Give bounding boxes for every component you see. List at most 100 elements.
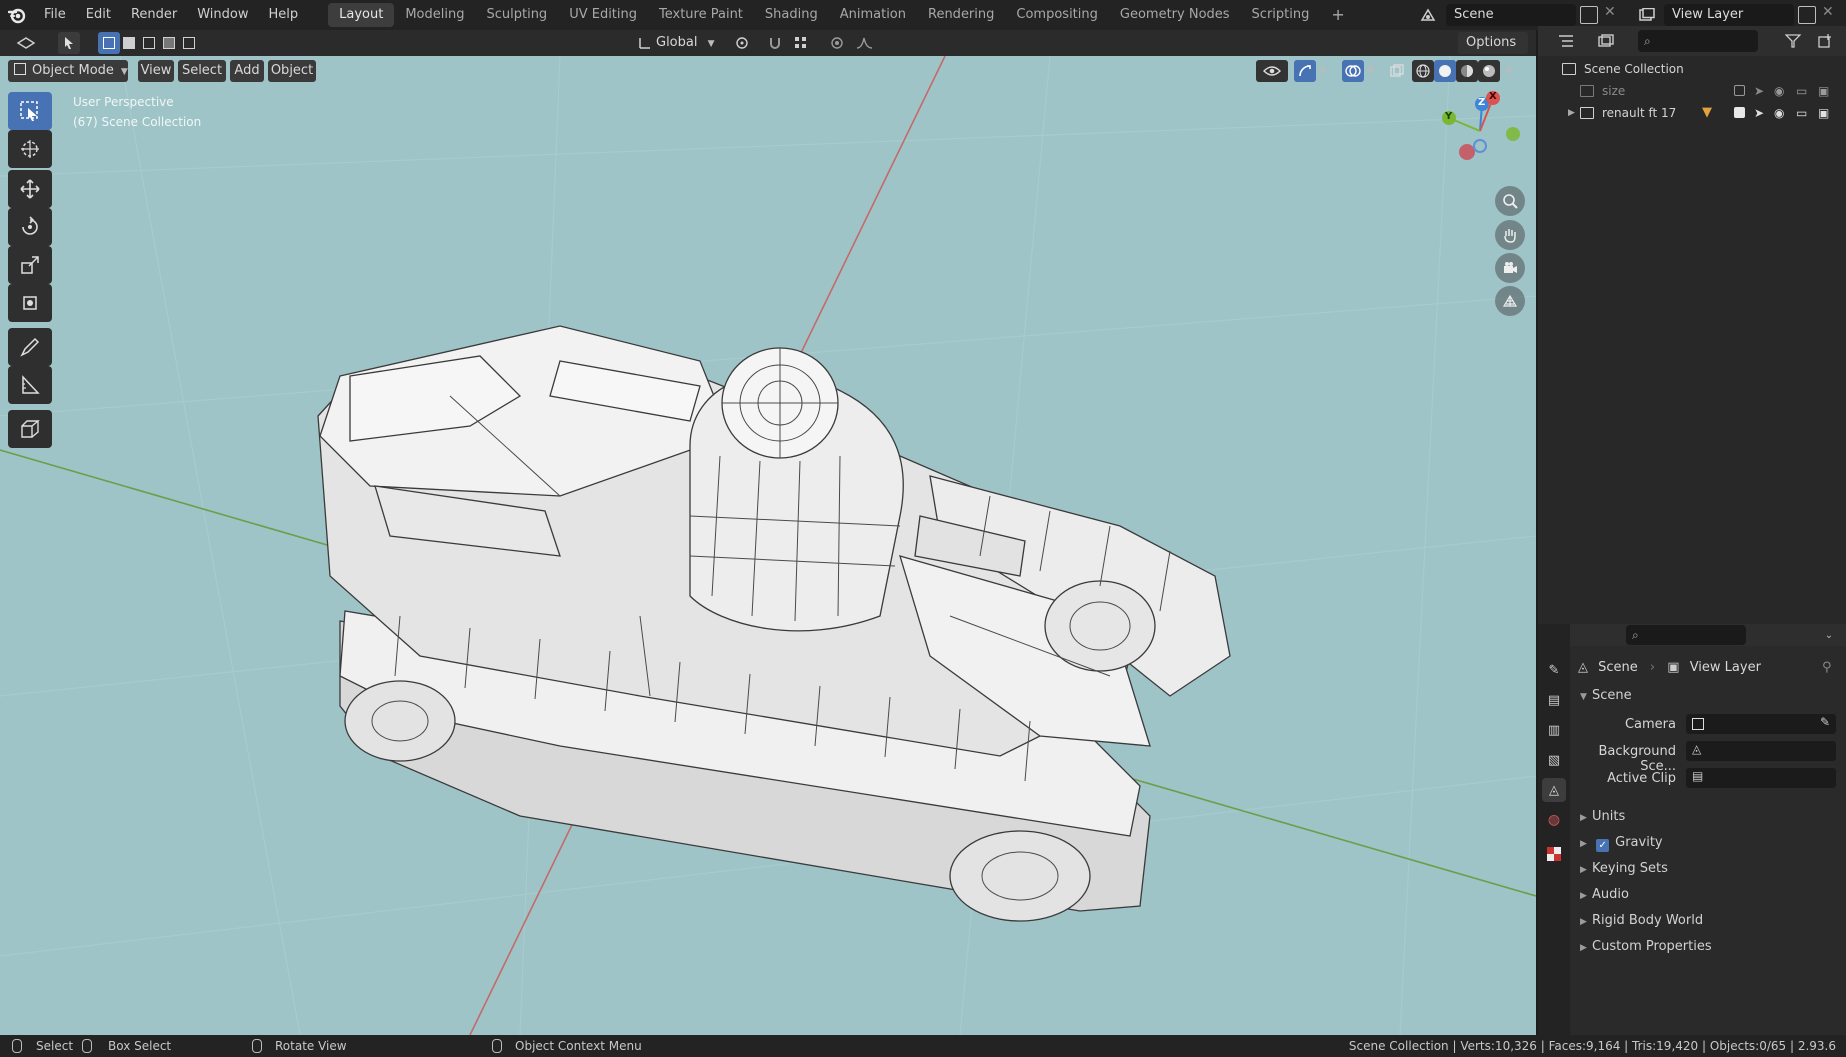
menu-edit[interactable]: Edit (76, 0, 121, 30)
solid-shading-icon[interactable] (1434, 60, 1456, 82)
zoom-view-button[interactable] (1495, 186, 1525, 216)
tab-scene-icon[interactable]: ◬ (1542, 778, 1566, 802)
eyedropper-icon[interactable]: ✎ (1820, 715, 1830, 729)
select-tool-icon[interactable] (58, 32, 80, 54)
tool-add-cube[interactable] (8, 410, 52, 448)
proportional-falloff-icon[interactable] (850, 32, 880, 54)
monitor-icon[interactable]: ▭ (1796, 80, 1807, 102)
menu-help[interactable]: Help (259, 0, 309, 30)
tab-uv-editing[interactable]: UV Editing (558, 3, 648, 27)
gizmo-dropdown-icon[interactable]: ▼ (1316, 60, 1330, 82)
xray-toggle-icon[interactable] (1386, 60, 1408, 82)
ortho-toggle-button[interactable] (1495, 286, 1525, 316)
new-scene-icon[interactable] (1580, 6, 1598, 24)
tool-annotate[interactable] (8, 328, 52, 366)
tab-animation[interactable]: Animation (829, 3, 917, 27)
menu-render[interactable]: Render (121, 0, 187, 30)
shading-dropdown-icon[interactable]: ▼ (1502, 60, 1516, 82)
tool-rotate[interactable] (8, 208, 52, 246)
rendered-shading-icon[interactable] (1478, 60, 1500, 82)
delete-view-layer-icon[interactable]: ✕ (1822, 4, 1834, 20)
select-mode-difference-icon[interactable] (158, 32, 180, 54)
tab-layout[interactable]: Layout (328, 3, 395, 27)
visibility-dropdown-icon[interactable] (1256, 60, 1288, 82)
render-camera-icon[interactable]: ▣ (1818, 102, 1829, 124)
transform-orientation-dropdown[interactable]: Global ▼ (656, 32, 716, 54)
tab-render-icon[interactable]: ▤ (1542, 688, 1566, 712)
display-mode-icon[interactable] (1590, 30, 1622, 52)
select-mode-extend-icon[interactable] (118, 32, 140, 54)
chevron-down-icon[interactable]: ⌄ (1818, 624, 1840, 646)
custom-properties-panel-header[interactable]: ▶ Custom Properties (1580, 939, 1712, 954)
tool-transform[interactable] (8, 284, 52, 322)
menu-window[interactable]: Window (187, 0, 258, 30)
camera-field[interactable]: ✎ (1686, 714, 1836, 734)
material-shading-icon[interactable] (1456, 60, 1478, 82)
exclude-checkbox-icon[interactable] (1734, 107, 1745, 118)
blender-logo-icon[interactable] (0, 0, 34, 30)
object-mode-dropdown[interactable]: Object Mode ▼ (8, 60, 128, 82)
tab-compositing[interactable]: Compositing (1005, 3, 1109, 27)
tab-geometry-nodes[interactable]: Geometry Nodes (1109, 3, 1241, 27)
active-clip-field[interactable]: ▤ (1686, 768, 1836, 788)
overlay-dropdown-icon[interactable]: ▼ (1364, 60, 1378, 82)
view-menu[interactable]: View (138, 60, 174, 82)
gravity-checkbox[interactable]: ✓ (1596, 839, 1610, 852)
snap-target-icon[interactable] (786, 32, 816, 54)
add-menu[interactable]: Add (230, 60, 264, 82)
outliner-row-renault[interactable]: ▶ renault ft 17 ▼ ➤ ◉ ▭ ▣ (1538, 102, 1846, 124)
editor-type-icon[interactable] (8, 32, 44, 54)
background-scene-field[interactable]: ◬ (1686, 741, 1836, 761)
eye-icon[interactable]: ◉ (1774, 102, 1784, 124)
options-dropdown[interactable]: Options ▼ (1458, 32, 1528, 71)
outliner-row-scene-collection[interactable]: Scene Collection (1538, 58, 1846, 80)
pivot-point-icon[interactable] (728, 32, 758, 54)
render-camera-icon[interactable]: ▣ (1818, 80, 1829, 102)
gravity-panel-header[interactable]: ▶ ✓ Gravity (1580, 835, 1663, 852)
select-arrow-icon[interactable]: ➤ (1754, 80, 1764, 102)
view-layer-type-icon[interactable] (1632, 4, 1662, 26)
camera-view-button[interactable] (1495, 253, 1525, 283)
units-panel-header[interactable]: ▶ Units (1580, 809, 1625, 824)
select-menu[interactable]: Select (178, 60, 226, 82)
tab-texture-icon[interactable] (1542, 842, 1566, 866)
pan-view-button[interactable] (1495, 220, 1525, 250)
proportional-editing-icon[interactable] (826, 32, 848, 54)
tab-modeling[interactable]: Modeling (394, 3, 475, 27)
select-arrow-icon[interactable]: ➤ (1754, 102, 1764, 124)
tab-texture-paint[interactable]: Texture Paint (648, 3, 754, 27)
tab-rendering[interactable]: Rendering (917, 3, 1005, 27)
select-mode-new-icon[interactable] (98, 32, 120, 54)
snap-toggle-icon[interactable] (764, 32, 786, 54)
outliner-search-input[interactable]: ⌕ (1638, 30, 1758, 52)
3d-viewport[interactable]: User Perspective (67) Scene Collection X… (0, 56, 1536, 1035)
menu-file[interactable]: File (34, 0, 76, 30)
tab-output-icon[interactable]: ▥ (1542, 718, 1566, 742)
scene-selector-field[interactable]: Scene (1446, 4, 1576, 26)
tab-sculpting[interactable]: Sculpting (475, 3, 558, 27)
object-menu[interactable]: Object (268, 60, 316, 82)
wireframe-shading-icon[interactable] (1412, 60, 1434, 82)
tool-move[interactable] (8, 170, 52, 208)
pin-icon[interactable]: ⚲ (1822, 658, 1832, 678)
exclude-checkbox-icon[interactable] (1734, 85, 1745, 96)
new-view-layer-icon[interactable] (1798, 6, 1816, 24)
tool-measure[interactable] (8, 366, 52, 404)
filter-icon[interactable] (1778, 30, 1808, 52)
tool-cursor[interactable] (8, 130, 52, 168)
tab-shading[interactable]: Shading (754, 3, 829, 27)
rigid-body-world-panel-header[interactable]: ▶ Rigid Body World (1580, 913, 1703, 928)
tool-select-box[interactable] (8, 92, 52, 130)
keying-sets-panel-header[interactable]: ▶ Keying Sets (1580, 861, 1668, 876)
view-layer-selector-field[interactable]: View Layer (1664, 4, 1794, 26)
overlay-toggle-icon[interactable] (1342, 60, 1364, 82)
tab-scripting[interactable]: Scripting (1241, 3, 1321, 27)
tab-tool-icon[interactable]: ✎ (1542, 658, 1566, 682)
new-collection-icon[interactable] (1814, 30, 1836, 52)
properties-search-input[interactable]: ⌕ (1626, 625, 1746, 645)
gizmo-toggle-icon[interactable] (1294, 60, 1316, 82)
select-mode-subtract-icon[interactable] (138, 32, 160, 54)
scene-panel-header[interactable]: ▼ Scene (1580, 688, 1632, 703)
expand-arrow-icon[interactable]: ▶ (1568, 102, 1575, 124)
select-mode-intersect-icon[interactable] (178, 32, 200, 54)
